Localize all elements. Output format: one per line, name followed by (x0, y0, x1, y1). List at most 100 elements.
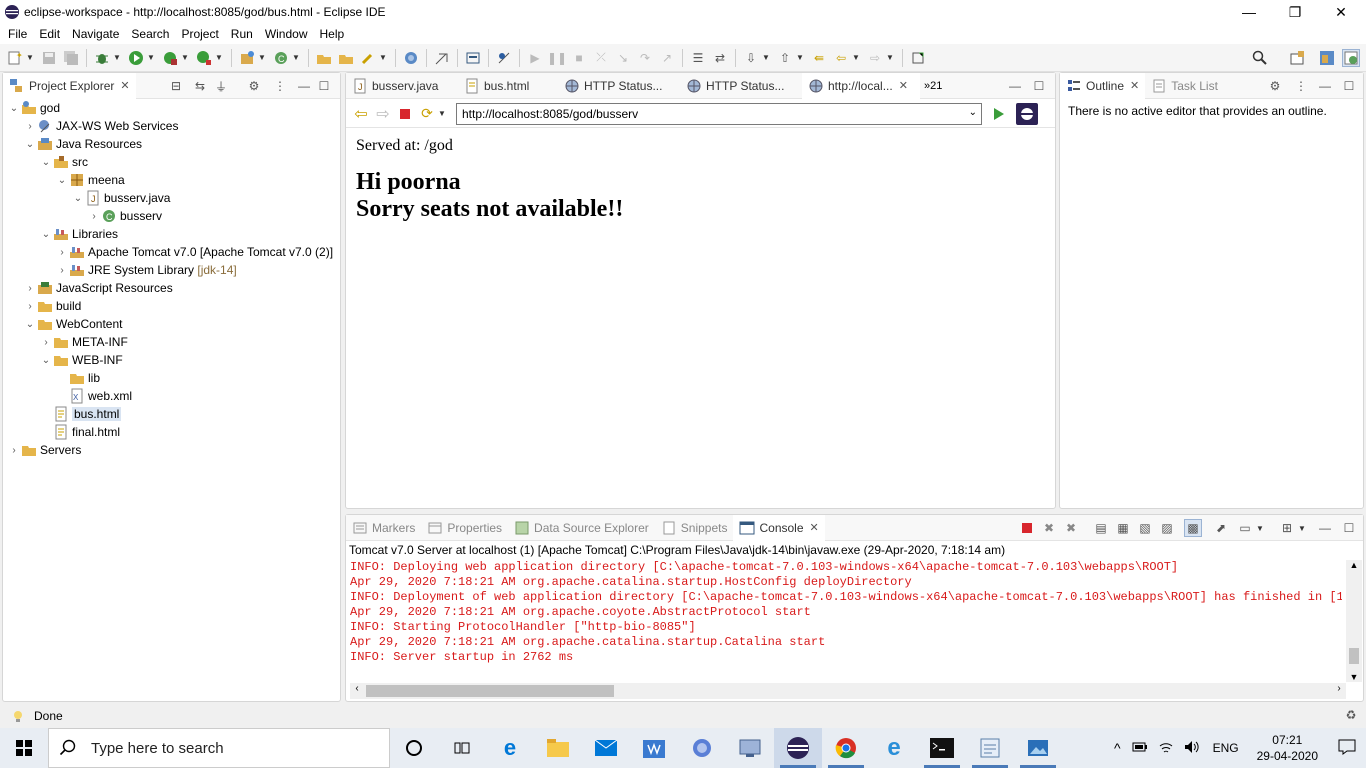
scroll-up-icon[interactable]: ▲ (1346, 560, 1362, 570)
photos-icon[interactable] (1014, 728, 1062, 768)
chevron-down-icon[interactable]: ⌄ (39, 229, 53, 240)
menu-search[interactable]: Search (125, 25, 175, 43)
tree-item-build[interactable]: › build (23, 297, 81, 315)
back-dropdown-icon[interactable]: ▼ (852, 53, 860, 62)
run-server-icon[interactable] (161, 49, 179, 67)
skip-breakpoints-icon[interactable] (495, 49, 513, 67)
menu-help[interactable]: Help (314, 25, 351, 43)
wifi-icon[interactable] (1158, 740, 1174, 757)
scrollbar-thumb[interactable] (1349, 648, 1359, 664)
chevron-right-icon[interactable]: › (39, 337, 53, 348)
scrollbar-thumb[interactable] (366, 685, 614, 697)
view-menu-icon[interactable]: ⋮ (271, 77, 289, 95)
remove-launch-icon[interactable]: ✖ (1040, 519, 1058, 537)
save-all-icon[interactable] (62, 49, 80, 67)
resume-icon[interactable]: ▶ (526, 49, 544, 67)
cortana-icon[interactable] (390, 728, 438, 768)
tree-item-src[interactable]: ⌄ src (39, 153, 88, 171)
open-console-dropdown-icon[interactable]: ▼ (1298, 524, 1306, 533)
tree-item-web-xml[interactable]: X web.xml (55, 387, 132, 405)
command-prompt-icon[interactable] (918, 728, 966, 768)
new-java-class-dropdown-icon[interactable]: ▼ (292, 53, 300, 62)
step-over-icon[interactable]: ↷ (636, 49, 654, 67)
search-tool-dropdown-icon[interactable]: ▼ (379, 53, 387, 62)
word-wrap-icon[interactable]: ▧ (1136, 519, 1154, 537)
menu-navigate[interactable]: Navigate (66, 25, 125, 43)
scroll-down-icon[interactable]: ▼ (1346, 672, 1362, 682)
tree-item-lib[interactable]: lib (55, 369, 100, 387)
notifications-icon[interactable] (1338, 739, 1356, 758)
remove-all-terminated-icon[interactable]: ✖ (1062, 519, 1080, 537)
chevron-right-icon[interactable]: › (87, 211, 101, 222)
menu-window[interactable]: Window (259, 25, 314, 43)
annotation-icon[interactable] (433, 49, 451, 67)
tab-snippets[interactable]: Snippets (655, 515, 734, 541)
focus-icon[interactable]: ⚙ (245, 77, 263, 95)
eclipse-taskbar-icon[interactable] (774, 728, 822, 768)
close-icon[interactable]: ✕ (810, 521, 819, 534)
pin-console-icon[interactable]: ⬈ (1212, 519, 1230, 537)
step-return-icon[interactable]: ↗ (658, 49, 676, 67)
tab-properties[interactable]: Properties (421, 515, 508, 541)
tree-item-java-resources[interactable]: ⌄ Java Resources (23, 135, 142, 153)
tree-item-bus-html[interactable]: bus.html (39, 405, 122, 423)
open-type-icon[interactable] (315, 49, 333, 67)
maximize-view-icon[interactable]: ☐ (315, 77, 333, 95)
tree-item-busserv-java[interactable]: ⌄ J busserv.java (71, 189, 170, 207)
menu-file[interactable]: File (2, 25, 33, 43)
maximize-view-icon[interactable]: ☐ (1340, 519, 1358, 537)
previous-annotation-dropdown-icon[interactable]: ▼ (796, 53, 804, 62)
view-menu-icon[interactable]: ⋮ (1292, 77, 1310, 95)
run-icon[interactable] (127, 49, 145, 67)
chevron-right-icon[interactable]: › (55, 247, 69, 258)
chevron-down-icon[interactable]: ⌄ (39, 355, 53, 366)
pin-editor-icon[interactable] (909, 49, 927, 67)
edge-icon[interactable]: e (486, 728, 534, 768)
forward-icon[interactable]: ⇨ (866, 49, 884, 67)
battery-icon[interactable] (1132, 741, 1148, 756)
scroll-lock-icon[interactable]: ▦ (1114, 519, 1132, 537)
forward-dropdown-icon[interactable]: ▼ (886, 53, 894, 62)
link-with-editor-icon[interactable]: ⇆ (191, 77, 209, 95)
focus-icon[interactable]: ⚙ (1266, 77, 1284, 95)
tab-task-list[interactable]: Task List (1145, 73, 1224, 99)
chevron-right-icon[interactable]: › (23, 121, 37, 132)
tree-item-meena[interactable]: ⌄ meena (55, 171, 125, 189)
open-console-icon[interactable]: ⊞ (1278, 519, 1296, 537)
chrome-icon[interactable] (822, 728, 870, 768)
menu-project[interactable]: Project (175, 25, 224, 43)
chevron-down-icon[interactable]: ⌄ (7, 103, 21, 114)
volume-icon[interactable] (1184, 740, 1200, 757)
debug-dropdown-icon[interactable]: ▼ (113, 53, 121, 62)
tree-item-busserv-class[interactable]: › C busserv (87, 207, 162, 225)
toggle-block-selection-icon[interactable]: ⇄ (711, 49, 729, 67)
tree-item-libraries[interactable]: ⌄ Libraries (39, 225, 118, 243)
close-icon[interactable]: ✕ (899, 79, 908, 92)
save-icon[interactable] (40, 49, 58, 67)
chevron-down-icon[interactable]: ⌄ (23, 319, 37, 330)
last-edit-location-icon[interactable]: ⇚ (810, 49, 828, 67)
file-explorer-icon[interactable] (534, 728, 582, 768)
refresh-icon[interactable]: ⟳ (418, 105, 436, 123)
new-dropdown-icon[interactable]: ▼ (26, 53, 34, 62)
cortana-app-icon[interactable] (678, 728, 726, 768)
minimize-view-icon[interactable]: — (1316, 519, 1334, 537)
new-icon[interactable]: ✦ (6, 49, 24, 67)
external-tools-icon[interactable] (195, 49, 213, 67)
show-hidden-icons-icon[interactable]: ^ (1114, 740, 1121, 756)
tabs-overflow-indicator[interactable]: »21 (924, 80, 942, 92)
task-view-icon[interactable] (438, 728, 486, 768)
close-button[interactable]: ✕ (1318, 0, 1364, 24)
close-icon[interactable]: ✕ (1130, 79, 1139, 92)
clock[interactable]: 07:21 29-04-2020 (1257, 732, 1318, 764)
tab-http-status-1[interactable]: HTTP Status... (558, 73, 680, 99)
tab-bus-html[interactable]: bus.html (458, 73, 558, 99)
external-tools-dropdown-icon[interactable]: ▼ (215, 53, 223, 62)
console-horizontal-scrollbar[interactable]: ‹ › (350, 683, 1346, 699)
tab-outline[interactable]: Outline ✕ (1060, 72, 1146, 99)
scroll-right-icon[interactable]: › (1332, 683, 1346, 694)
new-java-class-icon[interactable]: C (272, 49, 290, 67)
url-dropdown-icon[interactable]: ⌄ (969, 107, 977, 118)
minimize-view-icon[interactable]: — (1006, 77, 1024, 95)
previous-annotation-icon[interactable]: ⇧ (776, 49, 794, 67)
